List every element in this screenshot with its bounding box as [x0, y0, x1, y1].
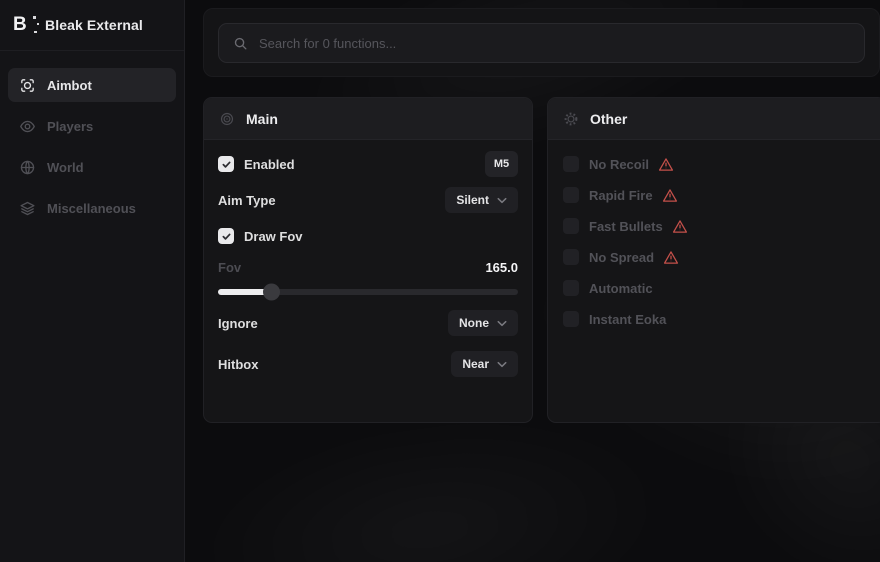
chevron-down-icon	[497, 197, 507, 204]
other-items: No Recoil Rapid Fire Fast Bullets	[548, 140, 880, 327]
sidebar-item-label: Players	[47, 119, 93, 134]
warning-icon	[672, 219, 688, 234]
feature-label: Rapid Fire	[589, 188, 653, 203]
aim-type-select[interactable]: Silent	[445, 187, 518, 213]
globe-icon	[19, 159, 36, 176]
feature-checkbox[interactable]	[563, 311, 579, 327]
feature-checkbox[interactable]	[563, 156, 579, 172]
feature-label: Automatic	[589, 281, 653, 296]
aim-type-value: Silent	[456, 193, 489, 207]
panel-other-title: Other	[590, 111, 627, 127]
search-panel	[203, 8, 880, 77]
panel-other-header: Other	[548, 98, 880, 140]
feature-label: No Spread	[589, 250, 654, 265]
ignore-label: Ignore	[218, 316, 258, 331]
draw-fov-checkbox[interactable]	[218, 228, 234, 244]
enabled-label: Enabled	[244, 157, 295, 172]
panel-other: Other No Recoil Rapid Fire	[547, 97, 880, 423]
warning-icon	[658, 157, 674, 172]
feature-label: Instant Eoka	[589, 312, 666, 327]
enabled-keybind-button[interactable]: M5	[485, 151, 518, 177]
sidebar-item-label: World	[47, 160, 84, 175]
sidebar-item-players[interactable]: Players	[8, 109, 176, 143]
other-feature-row: Rapid Fire	[563, 187, 871, 203]
feature-label: Fast Bullets	[589, 219, 663, 234]
sidebar-item-label: Miscellaneous	[47, 201, 136, 216]
warning-icon	[663, 250, 679, 265]
chevron-down-icon	[497, 361, 507, 368]
aim-type-label: Aim Type	[218, 193, 276, 208]
draw-fov-label: Draw Fov	[244, 229, 303, 244]
sidebar-item-aimbot[interactable]: Aimbot	[8, 68, 176, 102]
app-window: B Bleak External Aimbot Players World Mi…	[0, 0, 880, 562]
other-feature-row: Automatic	[563, 280, 871, 296]
sidebar: B Bleak External Aimbot Players World Mi…	[0, 0, 185, 562]
hitbox-select[interactable]: Near	[451, 351, 518, 377]
feature-checkbox[interactable]	[563, 280, 579, 296]
other-feature-row: No Spread	[563, 249, 871, 265]
enabled-row: Enabled M5	[218, 151, 518, 177]
feature-checkbox[interactable]	[563, 218, 579, 234]
fov-slider-thumb[interactable]	[263, 284, 280, 301]
ignore-value: None	[459, 316, 489, 330]
fov-label: Fov	[218, 260, 241, 275]
panel-main-content: Enabled M5 Aim Type Silent D	[204, 140, 532, 377]
panel-main-header: Main	[204, 98, 532, 140]
other-feature-row: Fast Bullets	[563, 218, 871, 234]
draw-fov-row: Draw Fov	[218, 224, 518, 248]
hitbox-label: Hitbox	[218, 357, 258, 372]
search-box[interactable]	[218, 23, 865, 63]
other-feature-row: No Recoil	[563, 156, 871, 172]
target-icon	[219, 111, 235, 127]
hitbox-value: Near	[462, 357, 489, 371]
sidebar-item-label: Aimbot	[47, 78, 92, 93]
enabled-checkbox[interactable]	[218, 156, 234, 172]
sidebar-nav: Aimbot Players World Miscellaneous	[0, 51, 184, 225]
chevron-down-icon	[497, 320, 507, 327]
hitbox-row: Hitbox Near	[218, 351, 518, 377]
panel-main-title: Main	[246, 111, 278, 127]
fov-slider[interactable]	[218, 284, 518, 300]
fov-value: 165.0	[485, 260, 518, 275]
warning-icon	[662, 188, 678, 203]
layers-icon	[19, 200, 36, 217]
app-title: Bleak External	[45, 17, 143, 33]
feature-checkbox[interactable]	[563, 249, 579, 265]
other-feature-row: Instant Eoka	[563, 311, 871, 327]
search-icon	[233, 36, 248, 51]
feature-checkbox[interactable]	[563, 187, 579, 203]
fov-slider-track[interactable]	[218, 289, 518, 295]
search-input[interactable]	[259, 36, 850, 51]
aim-type-row: Aim Type Silent	[218, 187, 518, 213]
sidebar-item-miscellaneous[interactable]: Miscellaneous	[8, 191, 176, 225]
eye-icon	[19, 118, 36, 135]
sidebar-item-world[interactable]: World	[8, 150, 176, 184]
app-logo-icon: B	[13, 14, 35, 36]
fov-value-row: Fov 165.0	[218, 259, 518, 275]
logo-row: B Bleak External	[0, 0, 184, 51]
crosshair-icon	[19, 77, 36, 94]
feature-label: No Recoil	[589, 157, 649, 172]
ignore-row: Ignore None	[218, 310, 518, 336]
gear-icon	[563, 111, 579, 127]
panel-main: Main Enabled M5 Aim Type Silent	[203, 97, 533, 423]
ignore-select[interactable]: None	[448, 310, 518, 336]
